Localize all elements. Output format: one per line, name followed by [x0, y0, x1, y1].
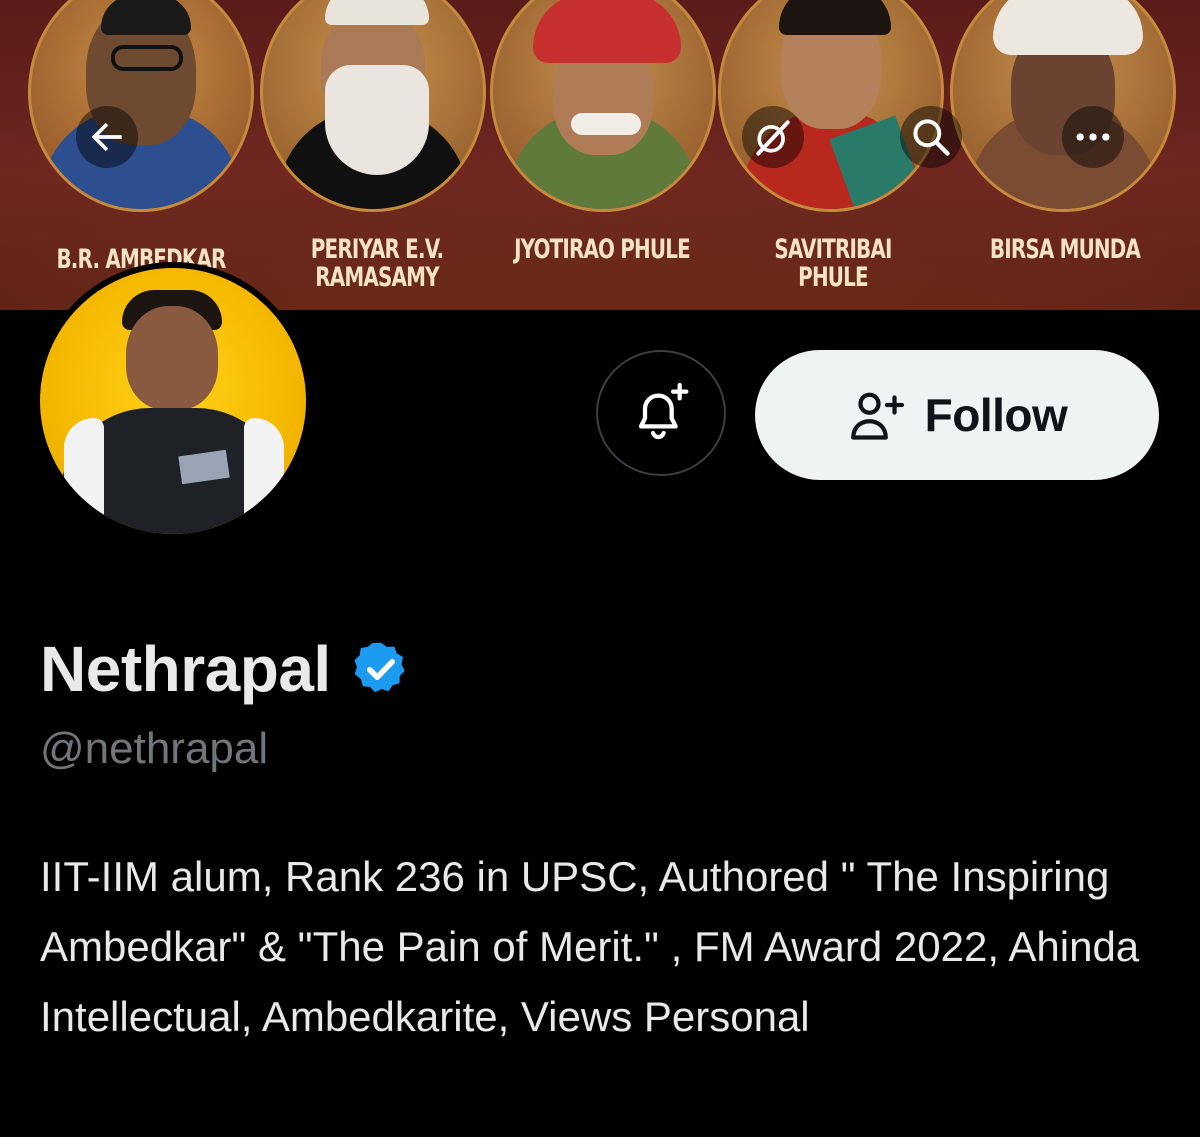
- back-button[interactable]: [76, 106, 138, 168]
- follow-label: Follow: [924, 389, 1068, 441]
- portrait-ambedkar: [28, 0, 254, 212]
- display-name: Nethrapal: [40, 633, 331, 705]
- search-icon: [913, 119, 950, 156]
- arrow-left-icon: [91, 122, 122, 152]
- portrait-label: BIRSA MUNDA: [989, 234, 1141, 265]
- portrait-periyar: [260, 0, 486, 212]
- portrait-label: SAVITRIBAI PHULE: [774, 234, 892, 293]
- more-button[interactable]: [1062, 106, 1124, 168]
- portrait-birsa-munda: [950, 0, 1176, 212]
- portrait-jyotirao-phule: [490, 0, 716, 212]
- avatar-photo: [40, 268, 306, 534]
- grok-icon: [756, 120, 790, 156]
- profile-bio: IIT-IIM alum, Rank 236 in UPSC, Authored…: [40, 853, 1140, 1040]
- portrait-label: PERIYAR E.V. RAMASAMY: [310, 234, 444, 293]
- verified-badge-icon[interactable]: [351, 639, 411, 699]
- name-row: Nethrapal: [40, 632, 411, 706]
- grok-button[interactable]: [742, 106, 804, 168]
- user-handle: @nethrapal: [40, 724, 269, 773]
- person-plus-icon: [850, 392, 904, 440]
- profile-avatar[interactable]: [34, 262, 312, 540]
- search-button[interactable]: [900, 106, 962, 168]
- portrait-label: JYOTIRAO PHULE: [514, 234, 691, 265]
- more-dots-icon: [1076, 133, 1110, 141]
- notify-button[interactable]: [596, 350, 726, 476]
- bell-plus-icon: [638, 382, 689, 440]
- follow-button[interactable]: Follow: [755, 350, 1159, 480]
- portrait-savitribai-phule: [718, 0, 944, 212]
